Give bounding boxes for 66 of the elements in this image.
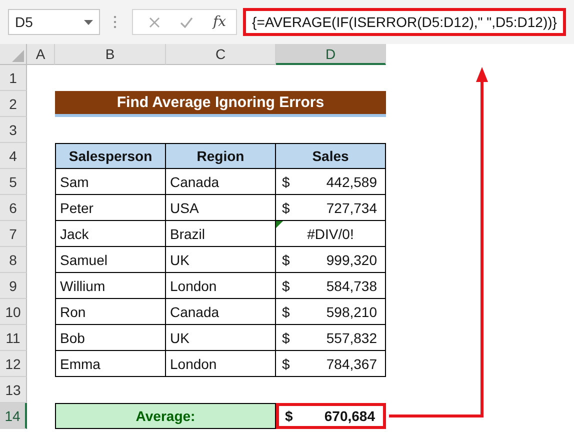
- row-header[interactable]: 14: [0, 403, 27, 429]
- row-header[interactable]: 12: [0, 351, 27, 377]
- table-cell: Canada: [166, 169, 276, 195]
- insert-function-button[interactable]: fx: [212, 14, 226, 30]
- sales-amount: 584,738: [326, 278, 377, 294]
- row-header[interactable]: 2: [0, 91, 27, 117]
- currency-symbol: $: [285, 408, 293, 424]
- row-header[interactable]: 8: [0, 247, 27, 273]
- average-label: Average:: [55, 403, 276, 429]
- column-heading: Region: [166, 143, 276, 169]
- column-header[interactable]: C: [166, 44, 276, 65]
- column-heading: Sales: [276, 143, 386, 169]
- row-header[interactable]: 3: [0, 117, 27, 143]
- table-cell: Ron: [55, 299, 166, 325]
- cancel-icon[interactable]: [148, 16, 160, 28]
- name-box[interactable]: D5: [8, 9, 100, 35]
- grip-icon: [114, 16, 118, 28]
- column-header[interactable]: A: [27, 44, 55, 65]
- check-icon[interactable]: [180, 16, 193, 28]
- formula-field[interactable]: {=AVERAGE(IF(ISERROR(D5:D12)," ",D5:D12))}: [243, 8, 566, 36]
- sheet-title: Find Average Ignoring Errors: [55, 91, 386, 117]
- table-cell: Sam: [55, 169, 166, 195]
- currency-symbol: $: [282, 252, 290, 268]
- sales-amount: 557,832: [326, 330, 377, 346]
- sales-amount: 784,367: [326, 356, 377, 372]
- table-cell: London: [166, 273, 276, 299]
- currency-symbol: $: [282, 200, 290, 216]
- currency-symbol: $: [282, 304, 290, 320]
- table-cell: London: [166, 351, 276, 377]
- corner-triangle-icon[interactable]: [12, 50, 24, 62]
- currency-symbol: $: [282, 278, 290, 294]
- error-indicator-icon: [276, 221, 283, 228]
- currency-symbol: $: [282, 174, 290, 190]
- currency-symbol: $: [282, 356, 290, 372]
- table-cell: Samuel: [55, 247, 166, 273]
- table-cell: USA: [166, 195, 276, 221]
- row-header[interactable]: 4: [0, 143, 27, 169]
- table-cell: Emma: [55, 351, 166, 377]
- sales-amount: 598,210: [326, 304, 377, 320]
- column-heading: Salesperson: [55, 143, 166, 169]
- error-value: #DIV/0!: [307, 226, 354, 242]
- table-cell: Jack: [55, 221, 166, 247]
- table-cell: Peter: [55, 195, 166, 221]
- row-header[interactable]: 1: [0, 65, 27, 91]
- row-header[interactable]: 13: [0, 377, 27, 403]
- table-cell: Canada: [166, 299, 276, 325]
- row-header[interactable]: 6: [0, 195, 27, 221]
- average-value: 670,684: [324, 408, 375, 424]
- table-cell: UK: [166, 325, 276, 351]
- dropdown-caret-icon[interactable]: [84, 20, 94, 24]
- row-header[interactable]: 9: [0, 273, 27, 299]
- sales-amount: 999,320: [326, 252, 377, 268]
- currency-symbol: $: [282, 330, 290, 346]
- sales-amount: 442,589: [326, 174, 377, 190]
- column-header[interactable]: B: [55, 44, 166, 65]
- row-header[interactable]: 7: [0, 221, 27, 247]
- row-header[interactable]: 11: [0, 325, 27, 351]
- table-cell: UK: [166, 247, 276, 273]
- table-cell: Bob: [55, 325, 166, 351]
- row-header[interactable]: 5: [0, 169, 27, 195]
- sales-amount: 727,734: [326, 200, 377, 216]
- table-cell: Brazil: [166, 221, 276, 247]
- column-header[interactable]: D: [276, 44, 386, 65]
- cell-reference: D5: [15, 14, 33, 30]
- row-header[interactable]: 10: [0, 299, 27, 325]
- table-cell: Willium: [55, 273, 166, 299]
